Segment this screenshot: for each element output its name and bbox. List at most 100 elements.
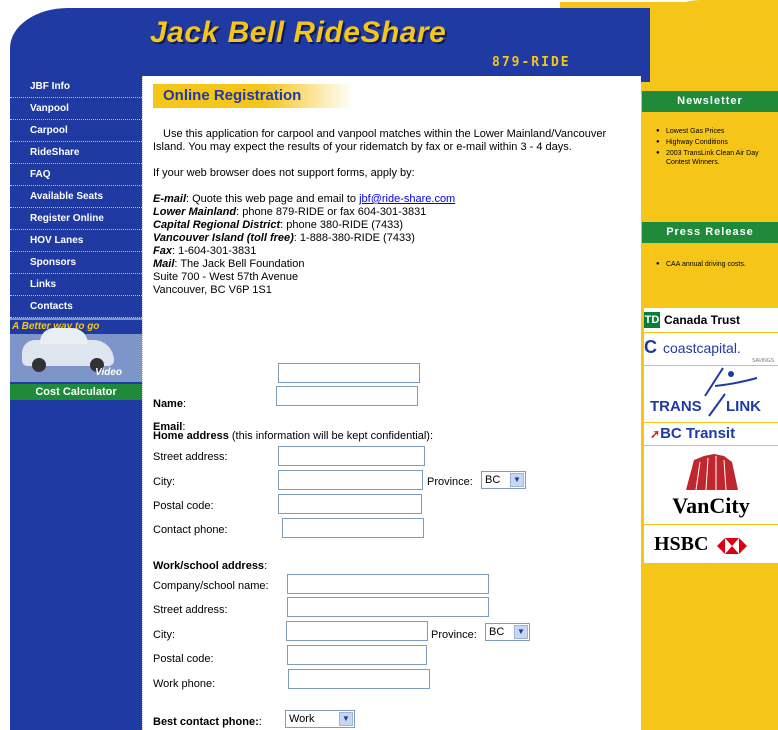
email-text: : Quote this web page and email to [186, 193, 360, 205]
newsletter-title: Newsletter [642, 90, 778, 113]
email-label: E-mail [153, 193, 187, 205]
mail-line-2: Suite 700 - West 57th Avenue [153, 271, 299, 283]
coastcapital-logo-icon: C [644, 337, 657, 357]
press-item[interactable]: CAA annual driving costs. [656, 260, 770, 269]
main-content: Online Registration Use this application… [142, 76, 641, 730]
fax-label: Fax [153, 245, 172, 257]
hsbc-text: HSBC [654, 533, 709, 555]
intro-text: Use this application for carpool and van… [153, 128, 607, 153]
work-phone-field[interactable] [288, 669, 430, 689]
mail-line-3: Vancouver, BC V6P 1S1 [153, 284, 272, 296]
company-field[interactable] [287, 574, 489, 594]
company-label: Company/school name: [153, 580, 269, 592]
crd-label: Capital Regional District [153, 219, 281, 231]
city-field[interactable] [278, 470, 423, 490]
car-wheel-icon [32, 358, 46, 372]
home-note: (this information will be kept confident… [228, 430, 434, 442]
header-phone: 879-RIDE [492, 55, 571, 70]
street-label: Street address: [153, 451, 228, 463]
contact-phone-label: Contact phone: [153, 524, 228, 536]
coastcapital-name: coastcapital. [663, 340, 741, 356]
newsletter-item[interactable]: Highway Conditions [656, 138, 770, 147]
newsletter-item[interactable]: 2003 TransLink Clean Air Day Contest Win… [656, 149, 770, 167]
street-address-field[interactable] [278, 446, 425, 466]
nav-item-hov-lanes[interactable]: HOV Lanes [10, 230, 142, 252]
newsletter-item[interactable]: Lowest Gas Prices [656, 127, 770, 136]
work-postal-field[interactable] [287, 645, 427, 665]
contact-phone-field[interactable] [282, 518, 424, 538]
mail-label: Mail [153, 258, 175, 270]
right-sidebar: Newsletter Lowest Gas Prices Highway Con… [640, 76, 778, 730]
work-street-field[interactable] [287, 597, 489, 617]
nav-item-rideshare[interactable]: RideShare [10, 142, 142, 164]
page: Jack Bell RideShare 879-RIDE JBF Info Va… [0, 0, 778, 730]
page-title: Online Registration [153, 84, 353, 108]
press-list: CAA annual driving costs. [640, 244, 778, 308]
postal-label: Postal code: [153, 500, 214, 512]
bctransit-text: BC Transit [660, 425, 736, 442]
best-contact-label: Best contact phone: [153, 716, 259, 728]
nav-item-vanpool[interactable]: Vanpool [10, 98, 142, 120]
promo-video-label: Video [95, 367, 122, 378]
mail-text: : The Jack Bell Foundation [174, 258, 305, 270]
hsbc-sponsor[interactable]: HSBC [644, 525, 778, 564]
translink-link: LINK [726, 398, 761, 415]
site-logo[interactable]: Jack Bell RideShare [150, 16, 446, 50]
name-label: Name [153, 398, 183, 410]
nav-item-available-seats[interactable]: Available Seats [10, 186, 142, 208]
work-street-label: Street address: [153, 604, 228, 616]
chevron-down-icon: ▼ [510, 473, 524, 487]
work-province-label: Province: [431, 629, 477, 641]
work-province-select[interactable]: BC ▼ [485, 623, 530, 641]
crd-text: : phone 380-RIDE (7433) [280, 219, 404, 231]
translink-sponsor[interactable]: TRANS LINK [644, 366, 778, 423]
best-contact-select[interactable]: Work ▼ [285, 710, 355, 728]
td-sponsor[interactable]: TD Canada Trust [644, 308, 778, 333]
lower-mainland-text: : phone 879-RIDE or fax 604-301-3831 [236, 206, 427, 218]
nav-item-links[interactable]: Links [10, 274, 142, 296]
province-value: BC [485, 474, 501, 486]
no-forms-text: If your web browser does not support for… [153, 167, 415, 179]
vancity-logo-icon [686, 454, 738, 491]
left-nav: JBF Info Vanpool Carpool RideShare FAQ A… [10, 76, 142, 730]
translink-trans: TRANS [650, 398, 702, 415]
td-logo-icon: TD [644, 312, 660, 328]
province-label: Province: [427, 476, 473, 488]
email-link[interactable]: jbf@ride-share.com [359, 193, 455, 205]
td-text: Canada Trust [664, 313, 741, 327]
coastcapital-sponsor[interactable]: Ccoastcapital. SAVINGS [644, 333, 778, 366]
bctransit-sponsor[interactable]: ➚BC Transit [644, 423, 778, 446]
cost-calculator-link[interactable]: Cost Calculator [10, 384, 142, 400]
nav-item-register-online[interactable]: Register Online [10, 208, 142, 230]
hsbc-hexagon-icon [716, 537, 747, 554]
press-release-title: Press Release [642, 221, 778, 244]
email-field[interactable] [276, 386, 418, 406]
bctransit-logo-icon: ➚ [650, 427, 661, 441]
vancity-text: VanCity [672, 493, 750, 518]
city-label: City: [153, 476, 175, 488]
postal-code-field[interactable] [278, 494, 422, 514]
nav-item-contacts[interactable]: Contacts [10, 296, 142, 318]
nav-item-carpool[interactable]: Carpool [10, 120, 142, 142]
work-city-field[interactable] [286, 621, 428, 641]
nav-item-faq[interactable]: FAQ [10, 164, 142, 186]
vancity-sponsor[interactable]: VanCity [644, 446, 778, 525]
contact-info: E-mail: Quote this web page and email to… [153, 193, 639, 297]
nav-item-sponsors[interactable]: Sponsors [10, 252, 142, 274]
coastcapital-sub: SAVINGS [752, 358, 774, 364]
home-heading: Home address [153, 430, 229, 442]
chevron-down-icon: ▼ [514, 625, 528, 639]
work-postal-label: Postal code: [153, 653, 214, 665]
work-heading: Work/school address [153, 560, 265, 572]
video-promo[interactable]: A Better way to go Video [10, 318, 142, 382]
lower-mainland-label: Lower Mainland [153, 206, 237, 218]
vi-text: : 1-888-380-RIDE (7433) [293, 232, 415, 244]
work-city-label: City: [153, 629, 175, 641]
vi-label: Vancouver Island (toll free) [153, 232, 294, 244]
nav-item-jbf-info[interactable]: JBF Info [10, 76, 142, 98]
name-field[interactable] [278, 363, 420, 383]
province-select[interactable]: BC ▼ [481, 471, 526, 489]
work-phone-label: Work phone: [153, 678, 216, 690]
chevron-down-icon: ▼ [339, 712, 353, 726]
work-province-value: BC [489, 626, 505, 638]
